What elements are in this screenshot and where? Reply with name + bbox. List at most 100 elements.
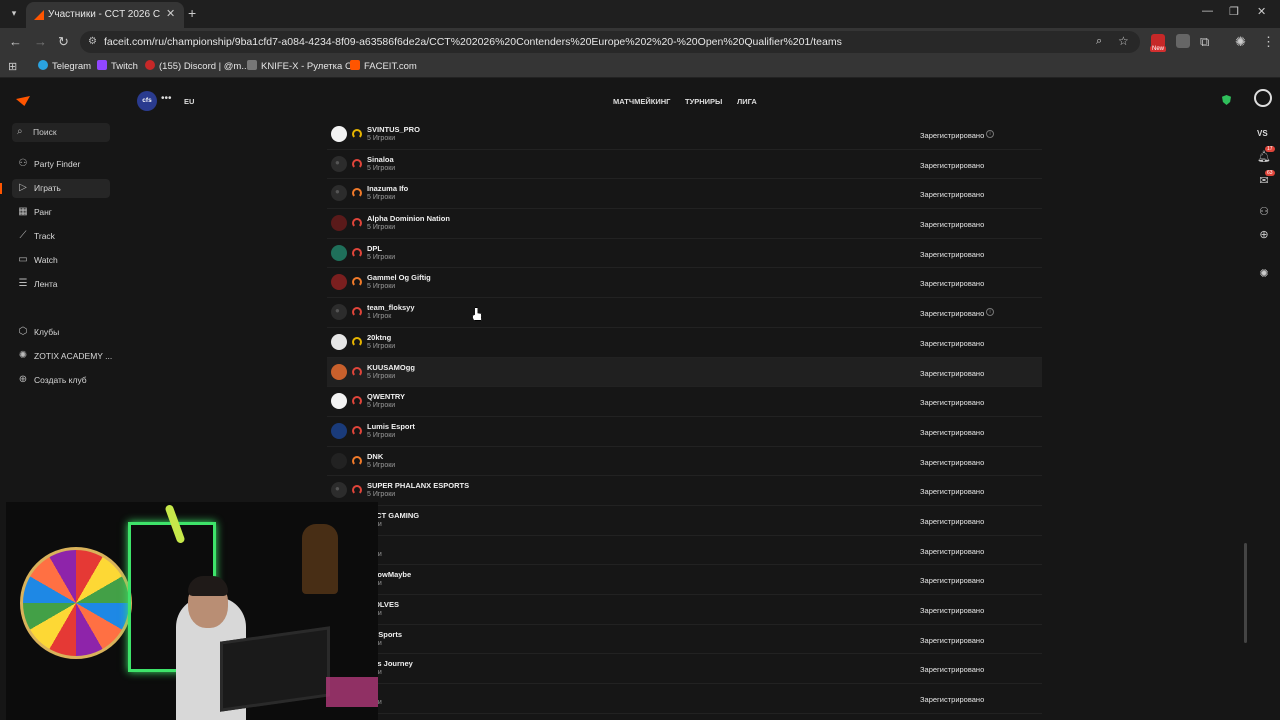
- team-name[interactable]: Gammel Og Giftig: [367, 273, 431, 282]
- team-row[interactable]: QWENTRY 5 Игроки Зарегистрировано: [327, 387, 1042, 417]
- minimize-window-icon[interactable]: —: [1202, 5, 1213, 17]
- extensions-puzzle-icon[interactable]: ⧉: [1200, 34, 1209, 50]
- bookmark-discord[interactable]: (155) Discord | @m...: [145, 60, 249, 72]
- team-name[interactable]: Inazuma Ifo: [367, 184, 408, 193]
- team-row[interactable]: JECT GAMINGрокиЗарегистрировано: [327, 506, 1042, 536]
- address-bar[interactable]: ⚙ faceit.com/ru/championship/9ba1cfd7-a0…: [80, 31, 1140, 53]
- bookmark-faceit[interactable]: FACEIT.com: [350, 60, 417, 72]
- team-name[interactable]: QWENTRY: [367, 392, 405, 401]
- team-avatar[interactable]: [331, 185, 347, 202]
- team-avatar[interactable]: [331, 393, 347, 410]
- team-row[interactable]: SVINTUS_PRO 5 Игроки Зарегистрировано i: [327, 120, 1042, 150]
- nav-league[interactable]: ЛИГА: [737, 97, 757, 106]
- tab-search-chevron-icon[interactable]: ▾: [6, 5, 22, 21]
- team-avatar[interactable]: [331, 274, 347, 291]
- info-icon[interactable]: i: [986, 130, 994, 138]
- team-row[interactable]: SUPER PHALANX ESPORTS5 Игроки Зарегистрир…: [327, 476, 1042, 506]
- sidebar-item-clubs[interactable]: ⬡ Клубы: [12, 323, 110, 342]
- team-row[interactable]: XрокиЗарегистрировано: [327, 684, 1042, 714]
- browser-menu-icon[interactable]: ⋮: [1262, 34, 1275, 50]
- back-arrow-icon[interactable]: ←: [9, 34, 22, 49]
- org-badge[interactable]: cfs: [137, 91, 157, 111]
- telegram-icon: [38, 60, 48, 70]
- team-row[interactable]: oрокиЗарегистрировано: [327, 536, 1042, 566]
- new-tab-plus-icon[interactable]: +: [188, 5, 196, 21]
- team-row[interactable]: Gammel Og Giftig 5 Игроки Зарегистрировано: [327, 268, 1042, 299]
- scrollbar[interactable]: [1244, 543, 1247, 643]
- team-name[interactable]: Lumis Esport: [367, 422, 415, 431]
- team-avatar[interactable]: [331, 363, 347, 380]
- search-input[interactable]: ⌕ Поиск: [12, 123, 110, 142]
- team-row[interactable]: DPL 5 Игроки Зарегистрировано: [327, 239, 1042, 269]
- sidebar-item-watch[interactable]: ▭ Watch: [12, 251, 110, 270]
- team-row[interactable]: 20ktng 5 Игроки Зарегистрировано: [327, 328, 1042, 358]
- sidebar-item-party-finder[interactable]: ⚇ Party Finder: [12, 155, 110, 174]
- forward-arrow-icon[interactable]: →: [34, 34, 47, 49]
- reload-icon[interactable]: ↻: [58, 34, 69, 50]
- team-row[interactable]: DNK 5 Игроки Зарегистрировано: [327, 447, 1042, 477]
- team-name[interactable]: Sinaloa: [367, 155, 394, 164]
- nav-tournaments[interactable]: ТУРНИРЫ: [685, 97, 722, 106]
- sidebar-item-track[interactable]: ⟋ Track: [12, 227, 110, 246]
- club-icon[interactable]: ✺: [1257, 267, 1271, 280]
- team-row[interactable]: X eSportsрокиЗарегистрировано: [327, 625, 1042, 655]
- team-avatar[interactable]: [331, 126, 347, 142]
- tab-close-icon[interactable]: ✕: [166, 7, 175, 20]
- team-row[interactable]: KUUSAMOgg 5 Игроки Зарегистрировано: [327, 357, 1042, 388]
- bookmark-knifex[interactable]: KNIFE-X - Рулетка С...: [247, 60, 360, 72]
- browser-tab[interactable]: Участники - CCT 2026 Contenders ✕: [26, 2, 184, 28]
- bookmark-twitch[interactable]: Twitch: [97, 60, 138, 72]
- bookmark-telegram[interactable]: Telegram: [38, 60, 91, 72]
- team-avatar[interactable]: [331, 215, 347, 232]
- more-dots-icon[interactable]: •••: [161, 93, 172, 104]
- bookmark-star-icon[interactable]: ☆: [1118, 34, 1129, 48]
- team-row[interactable]: Sinaloa5 Игроки Зарегистрировано: [327, 150, 1042, 180]
- team-avatar[interactable]: [331, 333, 347, 350]
- track-icon: ⟋: [19, 230, 27, 241]
- globe-icon[interactable]: [1254, 89, 1272, 107]
- team-row[interactable]: orrowMaybeрокиЗарегистрировано: [327, 565, 1042, 595]
- site-info-icon[interactable]: ⚙: [88, 36, 97, 47]
- friends-icon[interactable]: ⚇: [1257, 205, 1271, 218]
- anticheat-shield-icon[interactable]: [1222, 95, 1231, 105]
- sidebar-item-feed[interactable]: ☰ Лента: [12, 275, 110, 294]
- maximize-window-icon[interactable]: ❐: [1229, 5, 1239, 18]
- team-row[interactable]: Lumis Esport 5 Игроки Зарегистрировано: [327, 417, 1042, 447]
- nav-matchmaking[interactable]: МАТЧМЕЙКИНГ: [613, 97, 670, 106]
- team-row[interactable]: team_floksyy1 Игрок Зарегистрированоi: [327, 298, 1042, 328]
- team-avatar[interactable]: [331, 452, 347, 469]
- sidebar-item-zotix-club[interactable]: ✺ ZOTIX ACADEMY ...: [12, 347, 112, 366]
- team-name[interactable]: 20ktng: [367, 333, 391, 342]
- sidebar-item-create-club[interactable]: ⊕ Создать клуб: [12, 371, 110, 390]
- profile-icon[interactable]: ✺: [1235, 34, 1246, 50]
- team-row[interactable]: Inazuma Ifo5 Игроки Зарегистрировано: [327, 179, 1042, 210]
- close-window-icon[interactable]: ✕: [1257, 5, 1266, 18]
- sidebar-item-play[interactable]: ▷ Играть: [0, 179, 110, 198]
- vs-label[interactable]: VS: [1257, 129, 1268, 138]
- team-name[interactable]: DNK: [367, 452, 383, 461]
- add-circle-icon[interactable]: ⊕: [1257, 228, 1271, 241]
- team-name[interactable]: team_floksyy: [367, 303, 415, 312]
- team-avatar[interactable]: [331, 244, 347, 261]
- extension-icon[interactable]: [1176, 34, 1190, 48]
- team-avatar[interactable]: [331, 482, 347, 499]
- team-row[interactable]: less JourneyрокиЗарегистрировано: [327, 654, 1042, 685]
- team-row[interactable]: Alpha Dominion Nation 5 Игроки Зарегистрир…: [327, 209, 1042, 239]
- region-label[interactable]: EU: [184, 97, 194, 106]
- apps-grid-icon[interactable]: ⊞: [8, 60, 17, 73]
- url-text[interactable]: faceit.com/ru/championship/9ba1cfd7-a084…: [104, 36, 842, 48]
- team-name[interactable]: KUUSAMOgg: [367, 363, 415, 372]
- zoom-icon[interactable]: ⌕: [1096, 35, 1102, 48]
- team-player-count: 5 Игроки: [367, 224, 396, 232]
- faceit-logo-icon[interactable]: [16, 96, 30, 106]
- team-name[interactable]: SUPER PHALANX ESPORTS: [367, 481, 469, 490]
- team-avatar[interactable]: [331, 155, 347, 172]
- team-row[interactable]: WOLVESрокиЗарегистрировано: [327, 595, 1042, 625]
- info-icon[interactable]: i: [986, 308, 994, 317]
- team-avatar[interactable]: [331, 304, 347, 321]
- sidebar-item-rank[interactable]: ▦ Ранг: [12, 203, 110, 222]
- team-name[interactable]: Alpha Dominion Nation: [367, 214, 450, 223]
- team-name[interactable]: SVINTUS_PRO: [367, 125, 420, 134]
- team-avatar[interactable]: [331, 422, 347, 439]
- team-name[interactable]: DPL: [367, 244, 382, 253]
